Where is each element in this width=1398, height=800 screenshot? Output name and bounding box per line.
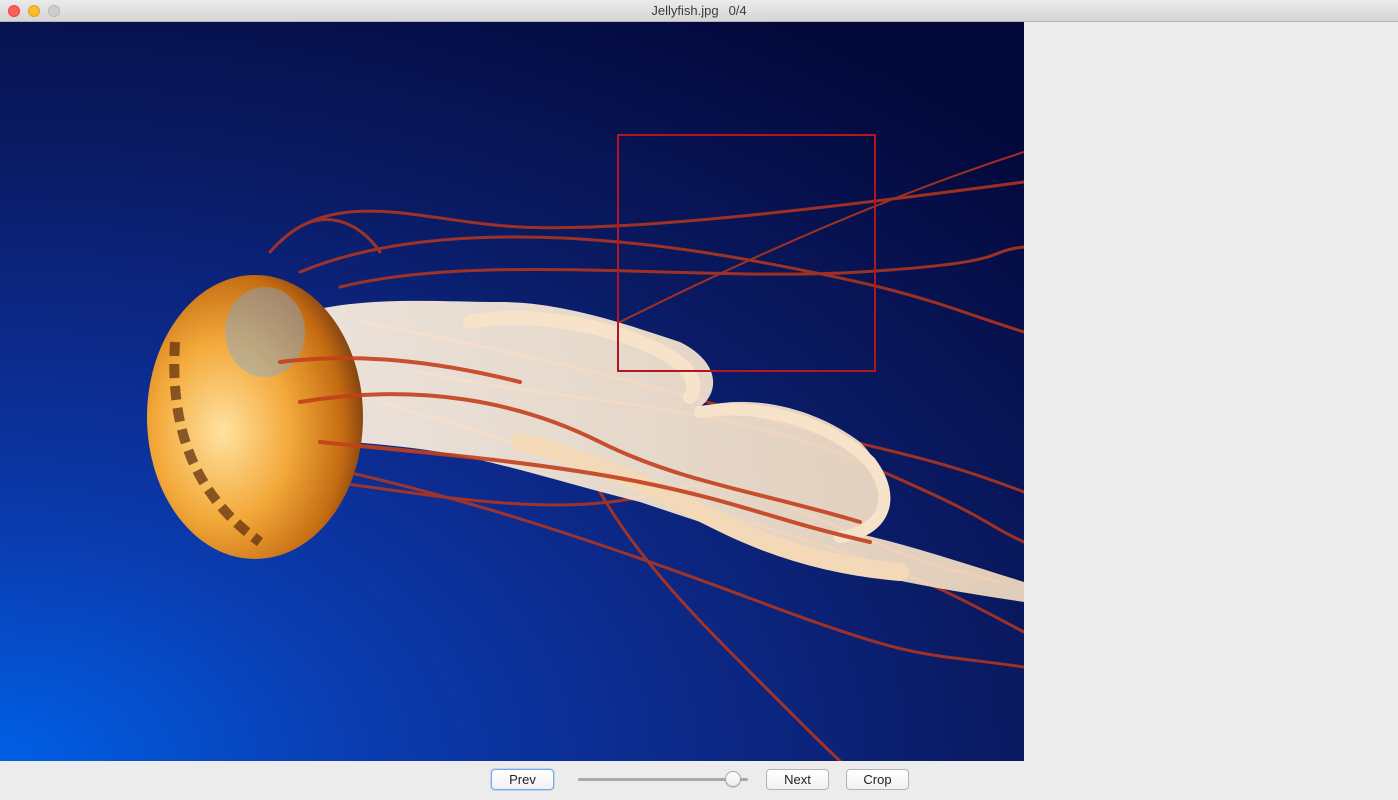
crop-button[interactable]: Crop xyxy=(846,769,909,790)
window-title: Jellyfish.jpg 0/4 xyxy=(0,0,1398,22)
jellyfish-bell xyxy=(147,275,363,559)
slider-knob[interactable] xyxy=(725,771,741,787)
image-canvas[interactable] xyxy=(0,22,1024,761)
prev-button[interactable]: Prev xyxy=(491,769,554,790)
window-filename: Jellyfish.jpg xyxy=(651,3,719,18)
title-bar[interactable]: Jellyfish.jpg 0/4 xyxy=(0,0,1398,22)
jellyfish-image xyxy=(147,134,1024,761)
slider-track[interactable] xyxy=(578,778,748,781)
app-window: Jellyfish.jpg 0/4 Prev Next Crop xyxy=(0,0,1398,800)
bottom-toolbar: Prev Next Crop xyxy=(0,761,1398,800)
image-counter: 0/4 xyxy=(728,3,747,18)
side-panel xyxy=(1024,22,1398,761)
next-button[interactable]: Next xyxy=(766,769,829,790)
navigation-slider[interactable] xyxy=(578,771,750,789)
